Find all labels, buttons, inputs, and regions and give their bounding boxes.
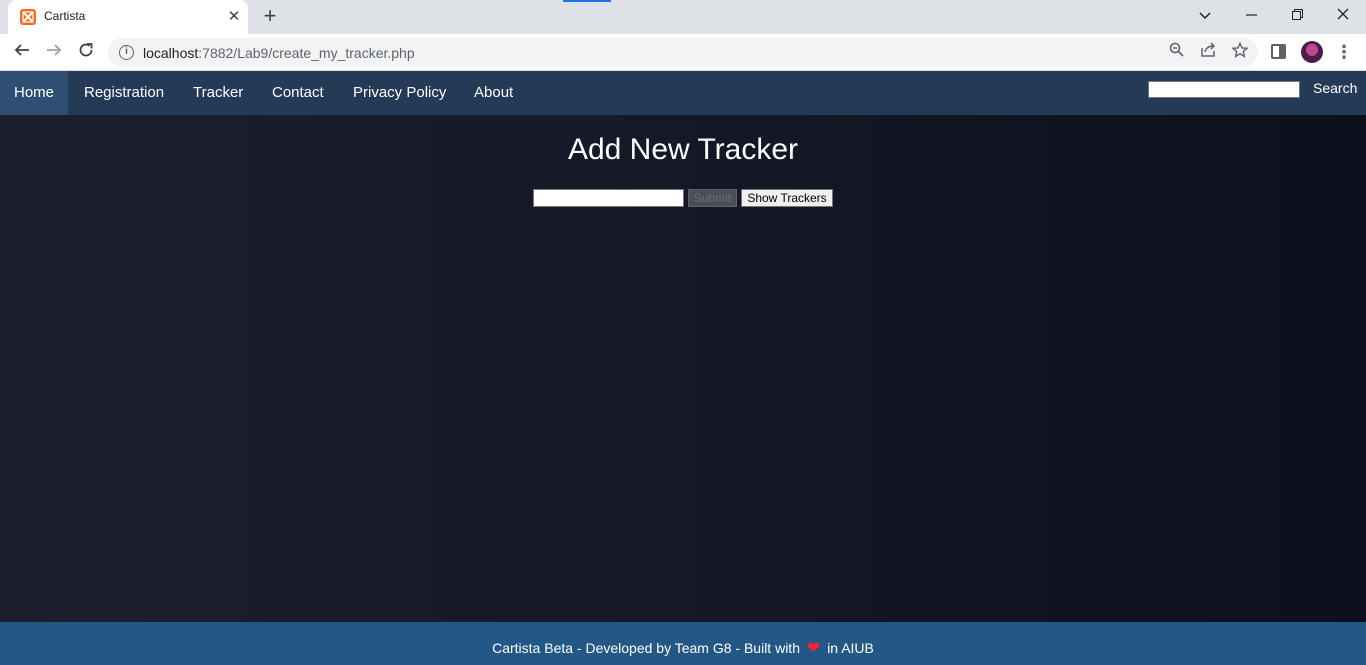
nav-about[interactable]: About — [460, 71, 527, 115]
browser-tabstrip: Cartista ✕ + — [0, 0, 1366, 34]
nav-registration[interactable]: Registration — [70, 71, 178, 115]
url-text: localhost:7882/Lab9/create_my_tracker.ph… — [143, 45, 415, 61]
tab-title: Cartista — [44, 9, 86, 23]
forward-arrow-icon[interactable] — [40, 38, 68, 66]
restore-icon[interactable] — [1274, 2, 1320, 30]
nav-contact[interactable]: Contact — [258, 71, 338, 115]
nav-tracker[interactable]: Tracker — [179, 71, 257, 115]
page-title: Add New Tracker — [567, 133, 799, 166]
heart-icon: ❤ — [806, 640, 821, 657]
nav-privacy-policy[interactable]: Privacy Policy — [339, 71, 460, 115]
back-arrow-icon[interactable] — [8, 38, 36, 66]
tab-close-icon[interactable]: ✕ — [224, 7, 244, 27]
browser-tab[interactable]: Cartista ✕ — [8, 0, 248, 34]
zoom-icon[interactable] — [1165, 42, 1187, 64]
nav-home[interactable]: Home — [0, 71, 69, 115]
tab-search-chevron-icon[interactable] — [1182, 2, 1228, 30]
tab-loading-indicator — [563, 0, 611, 2]
close-window-icon[interactable] — [1320, 2, 1366, 30]
share-icon[interactable] — [1197, 42, 1219, 64]
show-trackers-button[interactable]: Show Trackers — [741, 189, 833, 207]
site-footer: Cartista Beta - Developed by Team G8 - B… — [0, 622, 1366, 665]
browser-menu-icon[interactable]: ⋮ — [1334, 38, 1354, 66]
footer-text: Cartista Beta - Developed by Team G8 - B… — [492, 640, 800, 656]
address-bar[interactable]: i localhost:7882/Lab9/create_my_tracker.… — [108, 38, 1258, 67]
reload-icon[interactable] — [72, 38, 100, 66]
submit-button[interactable]: Submit — [688, 189, 737, 207]
footer-text-end: in AIUB — [827, 640, 874, 656]
browser-toolbar: i localhost:7882/Lab9/create_my_tracker.… — [0, 34, 1366, 71]
side-panel-icon[interactable] — [1271, 44, 1286, 59]
page-body: Home Registration Tracker Contact Privac… — [0, 71, 1366, 665]
minimize-icon[interactable] — [1228, 2, 1274, 30]
site-navbar: Home Registration Tracker Contact Privac… — [0, 71, 1366, 115]
new-tab-button[interactable]: + — [258, 5, 282, 29]
tracker-name-input[interactable] — [533, 189, 684, 207]
nav-search-button[interactable]: Search — [1313, 80, 1357, 96]
nav-search-input[interactable] — [1148, 81, 1300, 98]
profile-avatar[interactable] — [1301, 41, 1323, 63]
site-info-icon[interactable]: i — [119, 45, 134, 60]
xampp-favicon-icon — [20, 9, 36, 25]
bookmark-star-icon[interactable] — [1229, 41, 1251, 64]
